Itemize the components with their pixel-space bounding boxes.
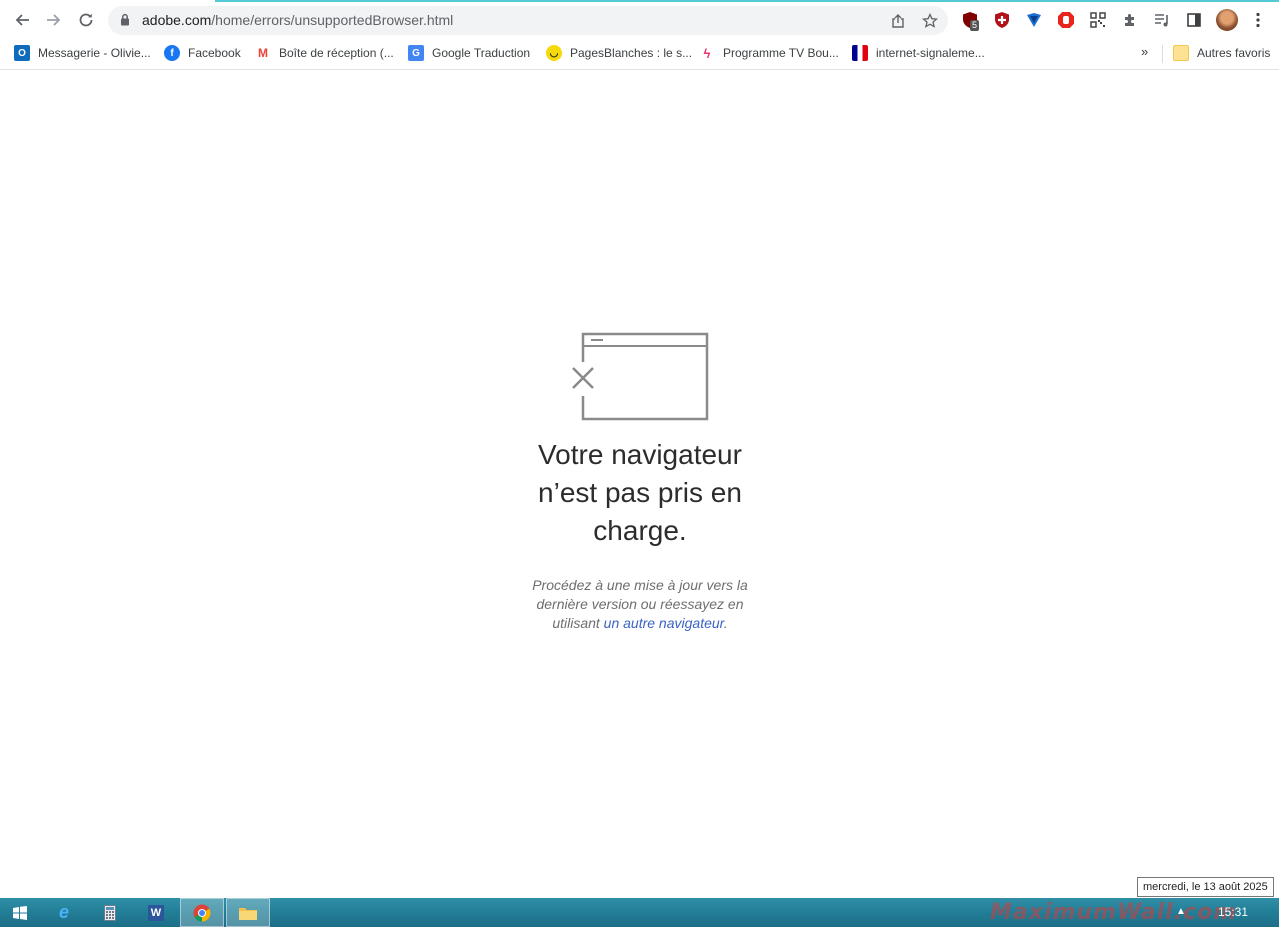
- word-taskbar-button[interactable]: W: [134, 898, 178, 927]
- windows-logo-icon: [13, 905, 27, 920]
- side-panel-button[interactable]: [1184, 10, 1204, 30]
- bookmark-label: Facebook: [188, 46, 241, 60]
- browser-toolbar: adobe.com/home/errors/unsupportedBrowser…: [0, 2, 1279, 37]
- gouv-fr-icon: [852, 45, 868, 61]
- playlist-music-icon: [1155, 14, 1168, 27]
- more-bookmarks-button[interactable]: »: [1141, 44, 1148, 59]
- error-title-line: Votre navigateur: [538, 439, 742, 470]
- internet-explorer-icon: e: [58, 902, 69, 922]
- internet-explorer-taskbar-button[interactable]: e: [42, 898, 86, 927]
- error-desc-end: .: [723, 615, 728, 631]
- bookmark-item[interactable]: ◡ PagesBlanches : le s...: [546, 43, 692, 63]
- side-panel-icon: [1187, 13, 1201, 27]
- forward-button[interactable]: [40, 6, 68, 34]
- vpn-extension[interactable]: [1024, 10, 1044, 30]
- reload-icon: [79, 13, 93, 27]
- arrow-left-icon: [15, 14, 29, 26]
- folder-icon: [239, 907, 257, 920]
- taskbar: e W MaximumWall.com ▲ 15:31: [0, 898, 1279, 927]
- adblock-extension[interactable]: [1056, 10, 1076, 30]
- outlook-icon: O: [14, 45, 30, 61]
- bookmark-item[interactable]: M Boîte de réception (...: [255, 43, 394, 63]
- facebook-icon: f: [164, 45, 180, 61]
- file-explorer-taskbar-button[interactable]: [226, 898, 270, 927]
- google-translate-icon: G: [408, 45, 424, 61]
- url-path: /home/errors/unsupportedBrowser.html: [211, 12, 454, 28]
- profile-avatar[interactable]: [1216, 9, 1238, 31]
- other-bookmarks-folder[interactable]: Autres favoris: [1173, 43, 1270, 63]
- share-button[interactable]: [887, 10, 909, 32]
- bookmark-label: Messagerie - Olivie...: [38, 46, 151, 60]
- start-button[interactable]: [0, 898, 40, 927]
- chrome-icon: [193, 904, 211, 922]
- share-icon: [892, 14, 904, 28]
- word-icon: W: [148, 904, 164, 921]
- error-description: Procédez à une mise à jour vers la derni…: [520, 576, 760, 633]
- bookmarks-separator: [1162, 45, 1163, 63]
- bookmark-label: Google Traduction: [432, 46, 531, 60]
- error-title-line: n’est pas pris en: [538, 477, 742, 508]
- more-vertical-icon: [1256, 12, 1260, 28]
- puzzle-icon: [1125, 14, 1134, 26]
- date-tooltip: mercredi, le 13 août 2025: [1137, 877, 1274, 897]
- wallpaper-watermark: MaximumWall.com: [990, 900, 1238, 925]
- back-button[interactable]: [8, 6, 36, 34]
- reload-button[interactable]: [72, 6, 100, 34]
- bookmark-label: Boîte de réception (...: [279, 46, 394, 60]
- show-hidden-icons-button[interactable]: ▲: [1176, 906, 1186, 917]
- chrome-taskbar-button[interactable]: [180, 898, 224, 927]
- folder-icon: [1173, 45, 1189, 61]
- other-browser-link[interactable]: un autre navigateur: [604, 615, 724, 631]
- error-title: Votre navigateur n’est pas pris en charg…: [510, 436, 770, 550]
- star-icon: [922, 13, 938, 28]
- bookmark-label: PagesBlanches : le s...: [570, 46, 693, 60]
- calculator-icon: [104, 904, 116, 921]
- calculator-taskbar-button[interactable]: [88, 898, 132, 927]
- broken-browser-window-icon: [570, 332, 709, 421]
- url-text: adobe.com/home/errors/unsupportedBrowser…: [142, 12, 453, 28]
- qr-code-extension[interactable]: [1088, 10, 1108, 30]
- hand-stop-icon: [1058, 12, 1074, 28]
- other-bookmarks-label: Autres favoris: [1197, 46, 1271, 60]
- chrome-menu-button[interactable]: [1248, 10, 1268, 30]
- qr-code-icon: [1090, 12, 1106, 28]
- bookmark-item[interactable]: f Facebook: [164, 43, 241, 63]
- error-title-line: charge.: [593, 515, 687, 546]
- pagesblanches-icon: ◡: [546, 45, 562, 61]
- tv-icon: ϟ: [699, 45, 715, 61]
- bookmarks-bar: O Messagerie - Olivie... f Facebook M Bo…: [0, 37, 1279, 70]
- bookmark-item[interactable]: ϟ Programme TV Bou...: [699, 43, 839, 63]
- bookmark-item[interactable]: G Google Traduction: [408, 43, 530, 63]
- shield-plus-icon: [995, 12, 1009, 28]
- extension-badge: 5: [970, 20, 980, 31]
- page-content: Votre navigateur n’est pas pris en charg…: [0, 71, 1279, 898]
- bookmark-label: Programme TV Bou...: [723, 46, 839, 60]
- shield-extension[interactable]: [992, 10, 1012, 30]
- gmail-icon: M: [255, 45, 271, 61]
- taskbar-clock[interactable]: 15:31: [1208, 905, 1258, 919]
- heart-shield-icon: [1027, 13, 1041, 27]
- bookmark-item[interactable]: internet-signaleme...: [852, 43, 985, 63]
- bookmark-star-button[interactable]: [919, 10, 941, 32]
- address-bar[interactable]: adobe.com/home/errors/unsupportedBrowser…: [108, 6, 948, 35]
- bookmark-label: internet-signaleme...: [876, 46, 985, 60]
- url-host: adobe.com: [142, 12, 212, 28]
- media-controls-button[interactable]: [1152, 10, 1172, 30]
- extensions-menu-button[interactable]: [1120, 10, 1140, 30]
- bookmark-item[interactable]: O Messagerie - Olivie...: [14, 43, 151, 63]
- arrow-right-icon: [47, 14, 61, 26]
- lock-icon: [121, 13, 129, 26]
- ublock-extension[interactable]: 5: [960, 10, 980, 31]
